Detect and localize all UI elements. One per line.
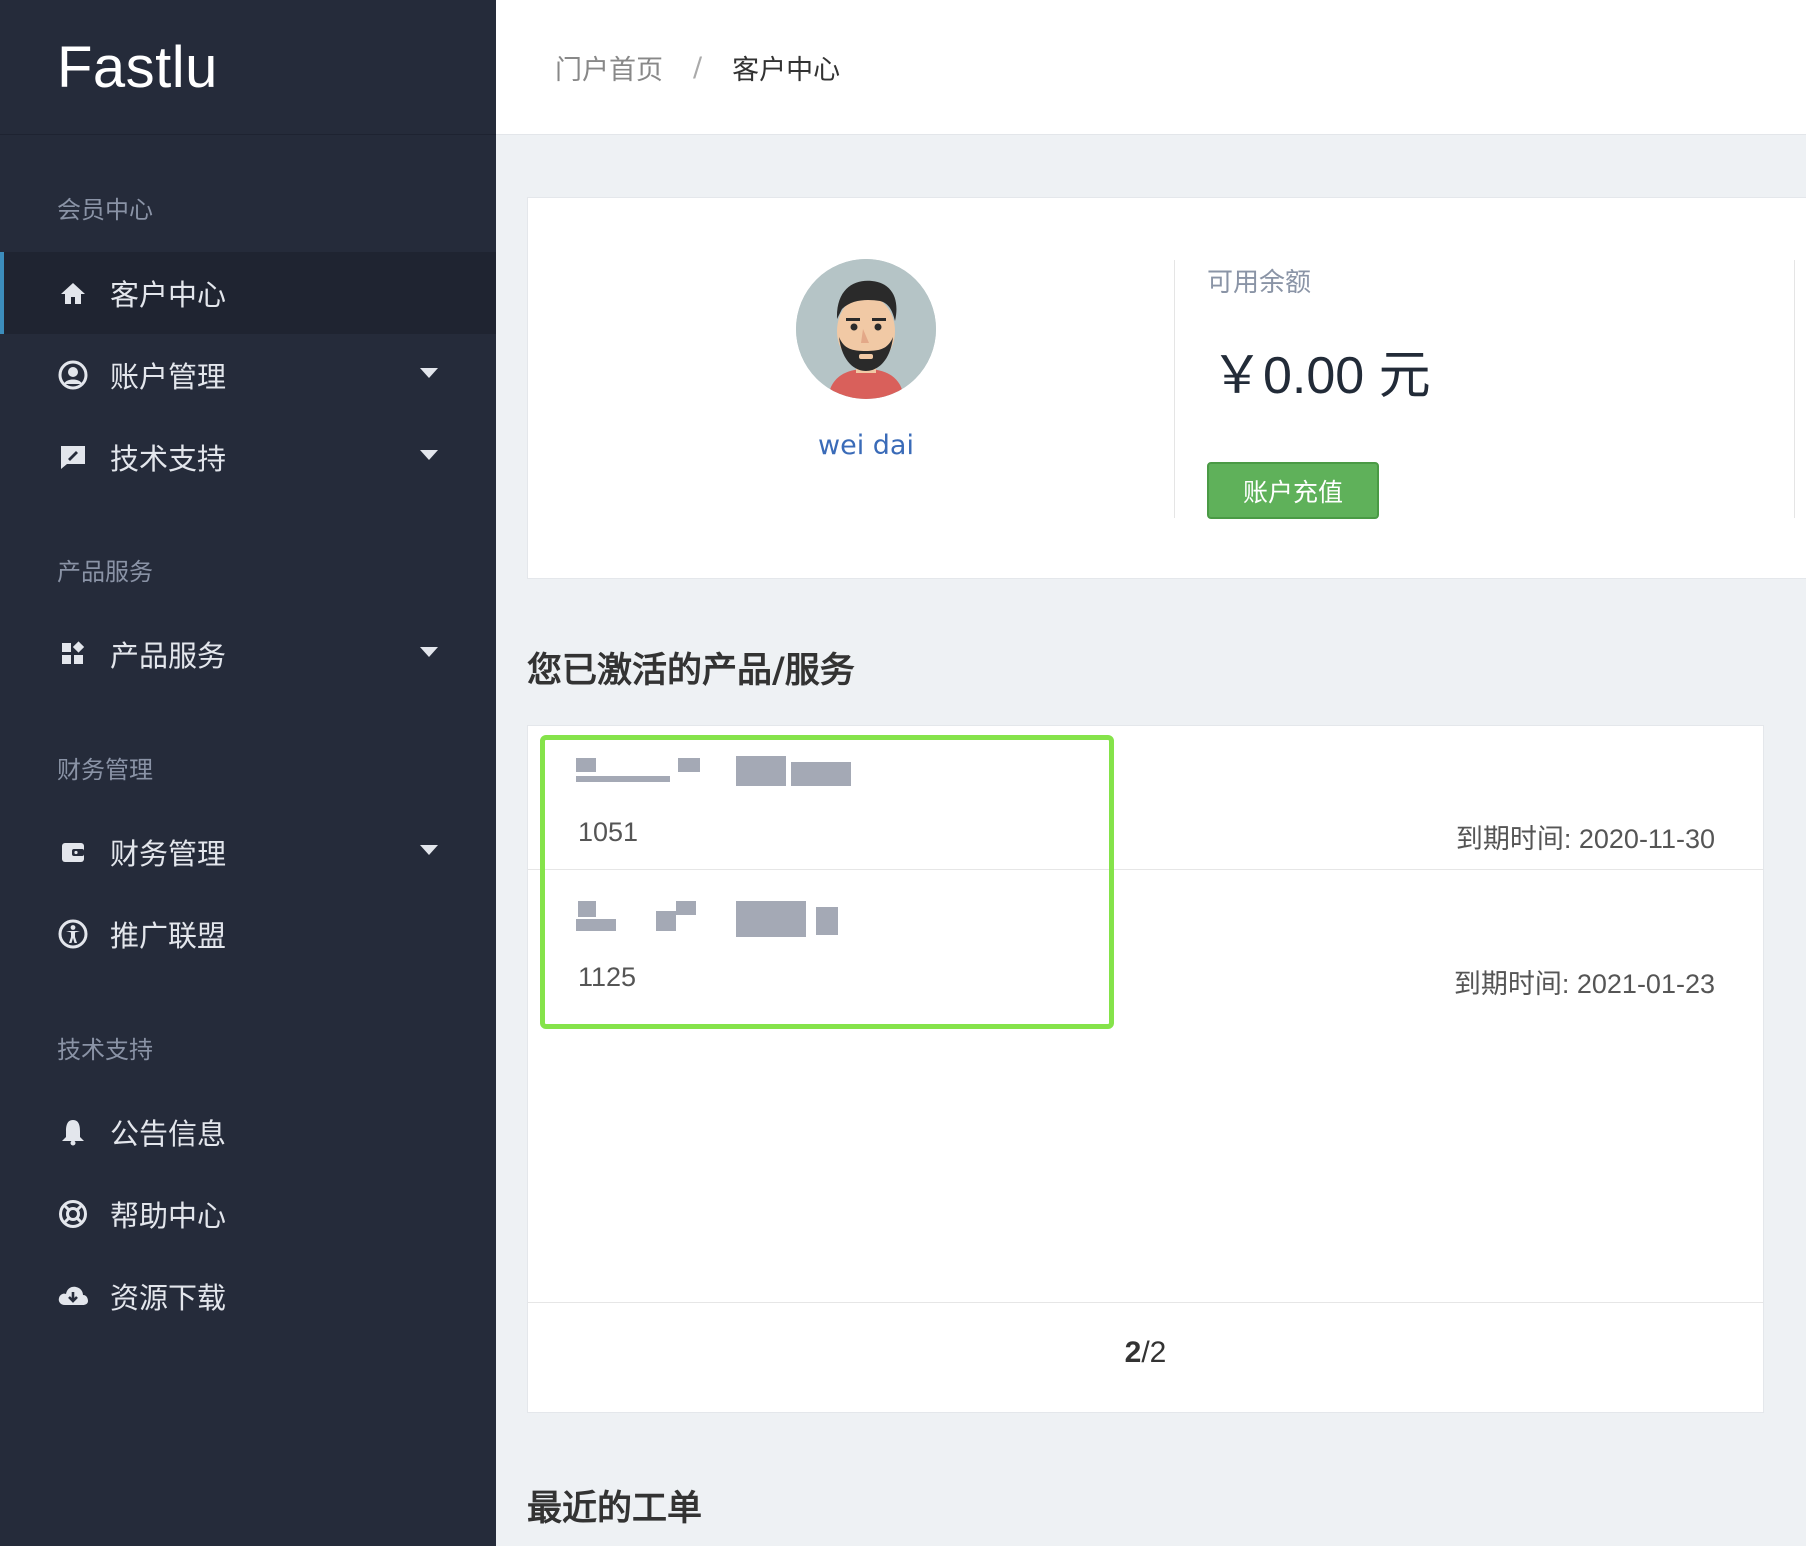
brand-name[interactable]: Fastlu xyxy=(57,34,218,101)
bell-icon xyxy=(56,1115,90,1149)
username[interactable]: wei dai xyxy=(728,430,1004,461)
product-expire-date: 到期时间: 2020-11-30 xyxy=(1455,824,1715,854)
divider xyxy=(1174,260,1175,518)
product-id: 1125 xyxy=(578,962,637,992)
pagination-total: /2 xyxy=(1141,1336,1167,1369)
section-tech-support: 技术支持 xyxy=(57,1036,153,1064)
divider xyxy=(1794,260,1795,518)
sidebar-item-products[interactable]: 产品服务 xyxy=(0,613,496,695)
pagination[interactable]: 2/2 xyxy=(528,1336,1763,1370)
chevron-down-icon xyxy=(420,450,438,460)
sidebar-item-announcements[interactable]: 公告信息 xyxy=(0,1091,496,1173)
sidebar-item-label: 技术支持 xyxy=(110,442,227,476)
balance-value: ￥0.00 元 xyxy=(1211,347,1431,405)
profile-card: wei dai 可用余额 ￥0.00 元 账户充值 xyxy=(527,197,1806,579)
edit-chat-icon xyxy=(56,440,90,474)
breadcrumb-separator: / xyxy=(693,51,703,83)
home-icon xyxy=(56,276,90,310)
product-expire-date: 到期时间: 2021-01-23 xyxy=(1453,969,1715,999)
sidebar-item-label: 账户管理 xyxy=(110,360,227,394)
list-item[interactable]: 1051 到期时间: 2020-11-30 xyxy=(528,726,1763,870)
list-item[interactable]: 1125 到期时间: 2021-01-23 xyxy=(528,871,1763,1015)
section-member-center: 会员中心 xyxy=(57,196,153,224)
product-name-redacted[interactable] xyxy=(576,756,876,790)
sidebar-item-help-center[interactable]: 帮助中心 xyxy=(0,1173,496,1255)
brand-logo[interactable]: Fastlu xyxy=(0,0,496,135)
sidebar-item-tech-support[interactable]: 技术支持 xyxy=(0,416,496,498)
sidebar-item-label: 公告信息 xyxy=(110,1117,227,1151)
wallet-icon xyxy=(56,835,90,869)
tickets-section-title: 最近的工单 xyxy=(527,1489,703,1529)
sidebar-item-label: 推广联盟 xyxy=(110,919,227,953)
cloud-download-icon xyxy=(56,1279,90,1313)
user-circle-icon xyxy=(56,358,90,392)
sidebar-item-account-management[interactable]: 账户管理 xyxy=(0,334,496,416)
widgets-icon xyxy=(56,637,90,671)
sidebar-item-label: 帮助中心 xyxy=(110,1199,227,1233)
chevron-down-icon xyxy=(420,368,438,378)
sidebar-item-downloads[interactable]: 资源下载 xyxy=(0,1255,496,1337)
sidebar-item-customer-center[interactable]: 客户中心 xyxy=(0,252,496,334)
lifebuoy-icon xyxy=(56,1197,90,1231)
chevron-down-icon xyxy=(420,647,438,657)
product-name-redacted[interactable] xyxy=(576,901,876,937)
sidebar-item-label: 产品服务 xyxy=(110,639,227,673)
chevron-down-icon xyxy=(420,845,438,855)
products-list: 1051 到期时间: 2020-11-30 1125 到期时间: 2021-01… xyxy=(527,725,1764,1413)
section-finance: 财务管理 xyxy=(57,756,153,784)
sidebar: Fastlu 会员中心 客户中心 账户管理 技术支持 产品服务 产品服务 财务管… xyxy=(0,0,496,1546)
sidebar-item-label: 资源下载 xyxy=(110,1281,227,1315)
divider xyxy=(528,1302,1763,1303)
breadcrumb-home-link[interactable]: 门户首页 xyxy=(555,48,663,87)
sidebar-item-label: 客户中心 xyxy=(110,278,227,312)
section-products: 产品服务 xyxy=(57,558,153,586)
sidebar-item-affiliate[interactable]: 推广联盟 xyxy=(0,893,496,975)
product-id: 1051 xyxy=(578,817,639,847)
breadcrumb-current: 客户中心 xyxy=(732,54,841,86)
breadcrumb: 门户首页 / 客户中心 xyxy=(496,0,1806,135)
sidebar-item-label: 财务管理 xyxy=(110,837,227,871)
avatar[interactable] xyxy=(796,259,936,399)
pagination-current[interactable]: 2 xyxy=(1125,1336,1142,1369)
sidebar-item-finance[interactable]: 财务管理 xyxy=(0,811,496,893)
recharge-button[interactable]: 账户充值 xyxy=(1207,462,1379,519)
balance-label: 可用余额 xyxy=(1207,268,1312,298)
accessibility-icon xyxy=(56,917,90,951)
products-section-title: 您已激活的产品/服务 xyxy=(527,651,855,691)
